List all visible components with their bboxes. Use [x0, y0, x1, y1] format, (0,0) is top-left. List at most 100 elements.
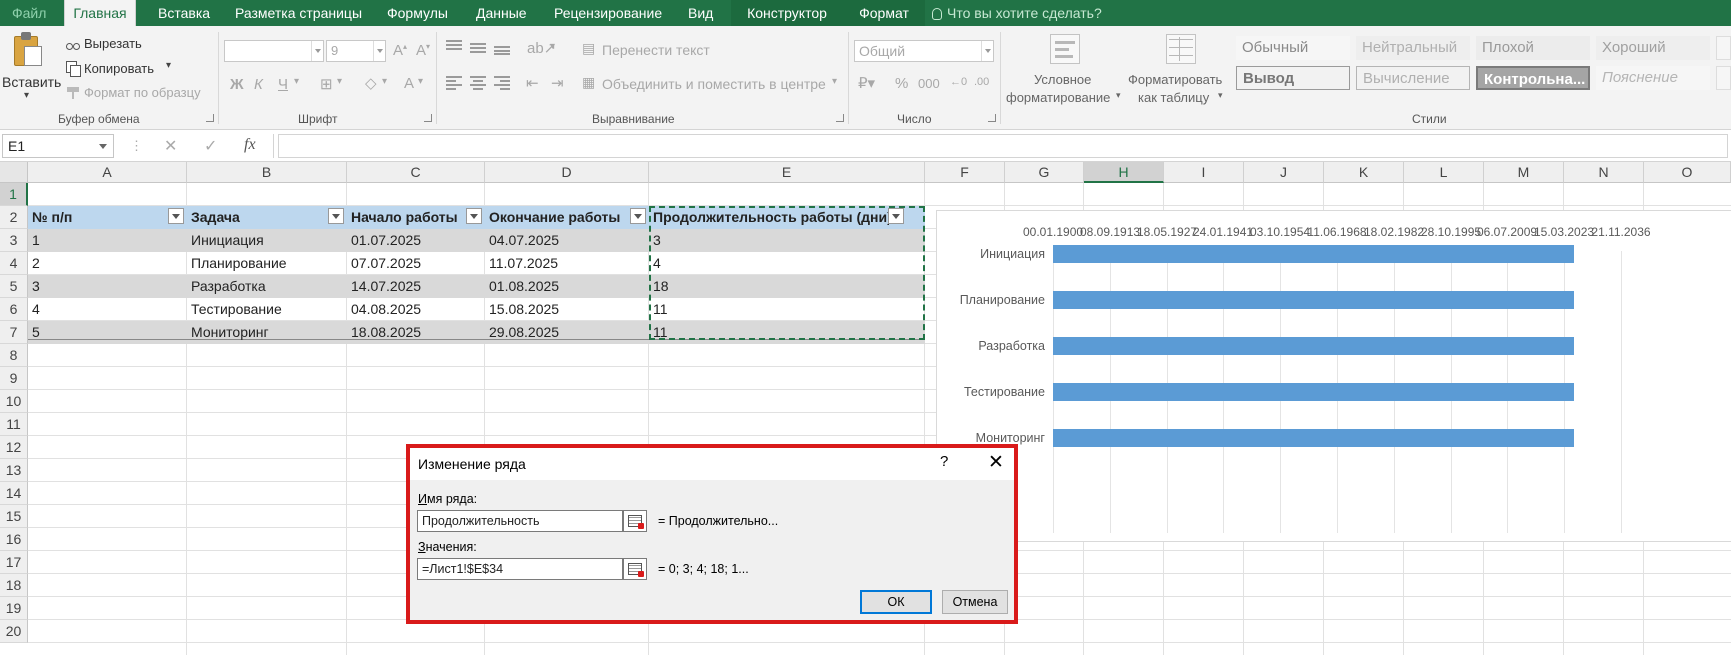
style-calculation[interactable]: Вычисление	[1356, 66, 1470, 90]
table-cell[interactable]: 2	[28, 252, 187, 275]
formula-input[interactable]	[278, 134, 1728, 158]
help-button[interactable]: ?	[940, 453, 948, 470]
align-middle-icon[interactable]	[470, 40, 486, 54]
font-color-icon[interactable]: A	[404, 75, 414, 92]
wrap-text-button[interactable]: Перенести текст	[602, 42, 710, 58]
paste-dropdown-icon[interactable]: ▾	[24, 90, 29, 101]
paste-button[interactable]: Вставить	[2, 74, 61, 90]
thousands-icon[interactable]: 000	[918, 76, 940, 91]
table-cell[interactable]: 04.08.2025	[347, 298, 485, 321]
decrease-indent-icon[interactable]: ⇤	[526, 74, 539, 92]
font-size-combo[interactable]: 9	[326, 40, 386, 62]
table-cell[interactable]: Инициация	[187, 229, 347, 252]
increase-indent-icon[interactable]: ⇥	[551, 74, 564, 92]
clipboard-launcher-icon[interactable]	[206, 114, 214, 122]
series-bar[interactable]	[1053, 383, 1574, 401]
underline-button[interactable]: Ч	[278, 76, 288, 93]
align-center-icon[interactable]	[470, 76, 486, 90]
table-cell[interactable]: 01.08.2025	[485, 275, 649, 298]
tab-insert[interactable]: Вставка	[158, 0, 210, 26]
table-cell[interactable]: 15.08.2025	[485, 298, 649, 321]
row-header-2[interactable]: 2	[0, 206, 28, 229]
fill-dropdown-icon[interactable]: ▾	[382, 76, 387, 87]
close-button[interactable]: ✕	[988, 451, 1004, 474]
currency-icon[interactable]: ₽▾	[858, 74, 875, 92]
tab-home[interactable]: Главная	[64, 0, 136, 26]
table-cell[interactable]: 3	[28, 275, 187, 298]
table-cell[interactable]: 14.07.2025	[347, 275, 485, 298]
table-cell[interactable]: Разработка	[187, 275, 347, 298]
column-header-d[interactable]: D	[485, 162, 649, 183]
filter-dropdown-icon[interactable]	[466, 208, 482, 224]
tab-view[interactable]: Вид	[688, 0, 713, 26]
copy-button[interactable]: Копировать	[84, 61, 154, 76]
percent-button[interactable]: %	[895, 75, 908, 92]
format-as-table-label-1[interactable]: Форматировать	[1128, 72, 1222, 87]
column-header-o[interactable]: O	[1644, 162, 1731, 183]
filter-dropdown-icon[interactable]	[630, 208, 646, 224]
format-as-table-label-2[interactable]: как таблицу	[1138, 90, 1209, 105]
cut-button[interactable]: Вырезать	[84, 36, 142, 51]
conditional-formatting-label-1[interactable]: Условное	[1034, 72, 1091, 87]
style-more[interactable]	[1716, 36, 1731, 60]
column-header-g[interactable]: G	[1005, 162, 1084, 183]
row-header-8[interactable]: 8	[0, 344, 28, 367]
row-header-11[interactable]: 11	[0, 413, 28, 436]
tab-design[interactable]: Конструктор	[731, 0, 843, 26]
format-painter-button[interactable]: Формат по образцу	[84, 85, 201, 100]
decrease-font-icon[interactable]: A▾	[416, 42, 430, 59]
series-bar[interactable]	[1053, 337, 1574, 355]
tell-me-box[interactable]: Что вы хотите сделать?	[932, 0, 1102, 26]
merge-dropdown-icon[interactable]: ▾	[832, 76, 837, 87]
table-header-cell[interactable]: № п/п	[28, 206, 169, 229]
row-header-7[interactable]: 7	[0, 321, 28, 344]
decrease-decimal-icon[interactable]: .00	[974, 76, 989, 88]
column-header-l[interactable]: L	[1404, 162, 1484, 183]
column-header-j[interactable]: J	[1244, 162, 1324, 183]
paste-icon[interactable]	[12, 32, 42, 66]
cancel-button[interactable]: Отмена	[942, 590, 1008, 614]
enter-icon[interactable]: ✓	[204, 136, 217, 156]
series-bar[interactable]	[1053, 429, 1574, 447]
format-as-table-icon[interactable]	[1166, 34, 1196, 64]
alignment-launcher-icon[interactable]	[836, 114, 844, 122]
font-launcher-icon[interactable]	[424, 114, 432, 122]
column-header-i[interactable]: I	[1164, 162, 1244, 183]
align-left-icon[interactable]	[446, 76, 462, 90]
align-right-icon[interactable]	[494, 76, 510, 90]
table-cell[interactable]: Планирование	[187, 252, 347, 275]
table-cell[interactable]: 18.08.2025	[347, 321, 485, 344]
increase-font-icon[interactable]: A▴	[393, 42, 407, 59]
tab-page-layout[interactable]: Разметка страницы	[235, 0, 362, 26]
column-header-c[interactable]: C	[347, 162, 485, 183]
style-bad[interactable]: Плохой	[1476, 36, 1590, 60]
orientation-dropdown-icon[interactable]: ▾	[550, 41, 555, 52]
number-format-combo[interactable]: Общий	[854, 40, 994, 62]
borders-icon[interactable]: ⊞	[320, 75, 333, 93]
style-neutral[interactable]: Нейтральный	[1356, 36, 1470, 60]
name-box[interactable]: E1	[2, 134, 114, 158]
insert-function-icon[interactable]: fx	[244, 136, 256, 154]
series-values-ref-button[interactable]	[623, 558, 647, 580]
column-header-a[interactable]: A	[28, 162, 187, 183]
align-top-icon[interactable]	[446, 40, 462, 54]
italic-button[interactable]: К	[254, 76, 263, 93]
row-header-20[interactable]: 20	[0, 620, 28, 643]
row-header-3[interactable]: 3	[0, 229, 28, 252]
column-header-n[interactable]: N	[1564, 162, 1644, 183]
table-cell[interactable]: 29.08.2025	[485, 321, 649, 344]
table-cell[interactable]: 07.07.2025	[347, 252, 485, 275]
row-header-18[interactable]: 18	[0, 574, 28, 597]
column-header-b[interactable]: B	[187, 162, 347, 183]
underline-dropdown-icon[interactable]: ▾	[294, 76, 299, 87]
tab-review[interactable]: Рецензирование	[554, 0, 662, 26]
number-launcher-icon[interactable]	[988, 114, 996, 122]
table-cell[interactable]: 5	[28, 321, 187, 344]
row-header-17[interactable]: 17	[0, 551, 28, 574]
bold-button[interactable]: Ж	[230, 76, 244, 93]
table-cell[interactable]: Мониторинг	[187, 321, 347, 344]
row-header-6[interactable]: 6	[0, 298, 28, 321]
conditional-dropdown-icon[interactable]: ▾	[1116, 90, 1121, 101]
tab-formulas[interactable]: Формулы	[387, 0, 448, 26]
increase-decimal-icon[interactable]: ←0	[950, 76, 967, 88]
